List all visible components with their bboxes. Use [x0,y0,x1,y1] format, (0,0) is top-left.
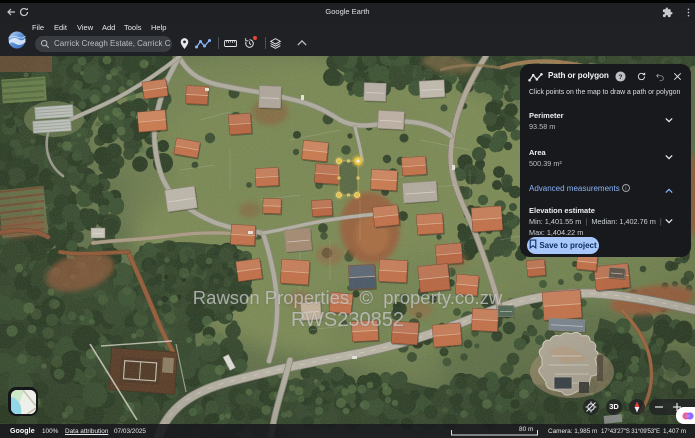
svg-text:?: ? [619,74,623,81]
